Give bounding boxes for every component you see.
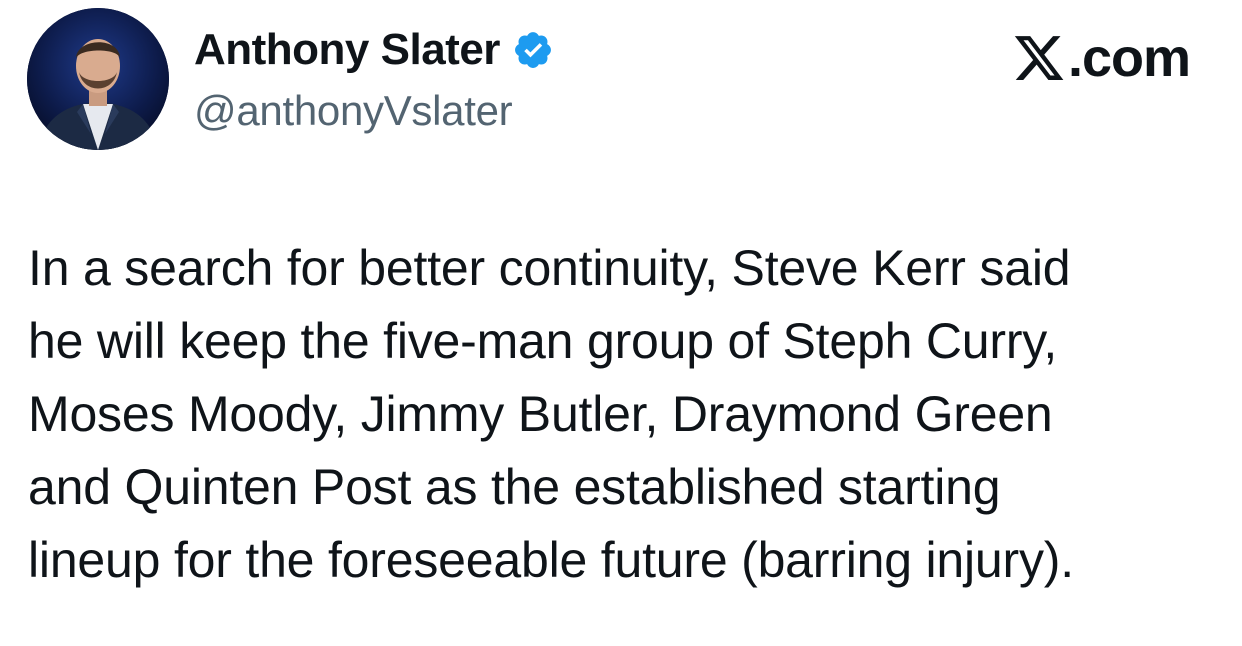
tweet-card: Anthony Slater @anthonyVslater .com In a… bbox=[0, 0, 1242, 646]
x-logo-icon bbox=[1012, 31, 1066, 85]
tweet-line: lineup for the foreseeable future (barri… bbox=[28, 532, 1074, 588]
author-name-row: Anthony Slater bbox=[194, 22, 554, 78]
tweet-body: In a search for better continuity, Steve… bbox=[28, 232, 1218, 597]
tweet-line: he will keep the five-man group of Steph… bbox=[28, 313, 1058, 369]
avatar-photo bbox=[27, 8, 169, 150]
brand-domain-text: .com bbox=[1067, 28, 1191, 88]
tweet-line: In a search for better continuity, Steve… bbox=[28, 240, 1071, 296]
author-display-name[interactable]: Anthony Slater bbox=[194, 22, 500, 78]
verified-badge-icon bbox=[512, 29, 554, 71]
tweet-line: Moses Moody, Jimmy Butler, Draymond Gree… bbox=[28, 386, 1053, 442]
x-brand: .com bbox=[1012, 26, 1191, 90]
tweet-line: and Quinten Post as the established star… bbox=[28, 459, 1001, 515]
author-handle[interactable]: @anthonyVslater bbox=[194, 84, 513, 138]
avatar[interactable] bbox=[27, 8, 169, 150]
